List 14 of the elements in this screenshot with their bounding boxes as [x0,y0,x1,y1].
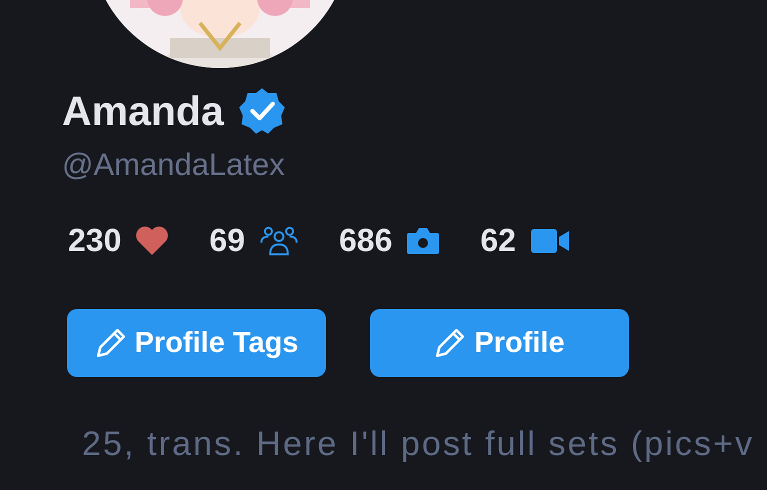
stat-count: 62 [480,222,516,259]
stat-count: 230 [68,222,122,259]
edit-button[interactable]: Profile Tags [67,309,326,377]
pencil-icon [94,327,127,359]
bio-text: 25, trans. Here I'll post full sets (pics+v [81,425,756,464]
stat-count: 69 [209,222,245,259]
stat-count: 686 [338,222,392,259]
profile-name: Amanda [62,87,224,136]
profile-handle: @AmandaLatex [62,146,286,184]
heart-icon [135,226,170,256]
camera-icon [406,226,440,256]
edit-button[interactable]: Profile [370,309,629,377]
people-icon [258,226,299,256]
pencil-icon [434,327,466,359]
